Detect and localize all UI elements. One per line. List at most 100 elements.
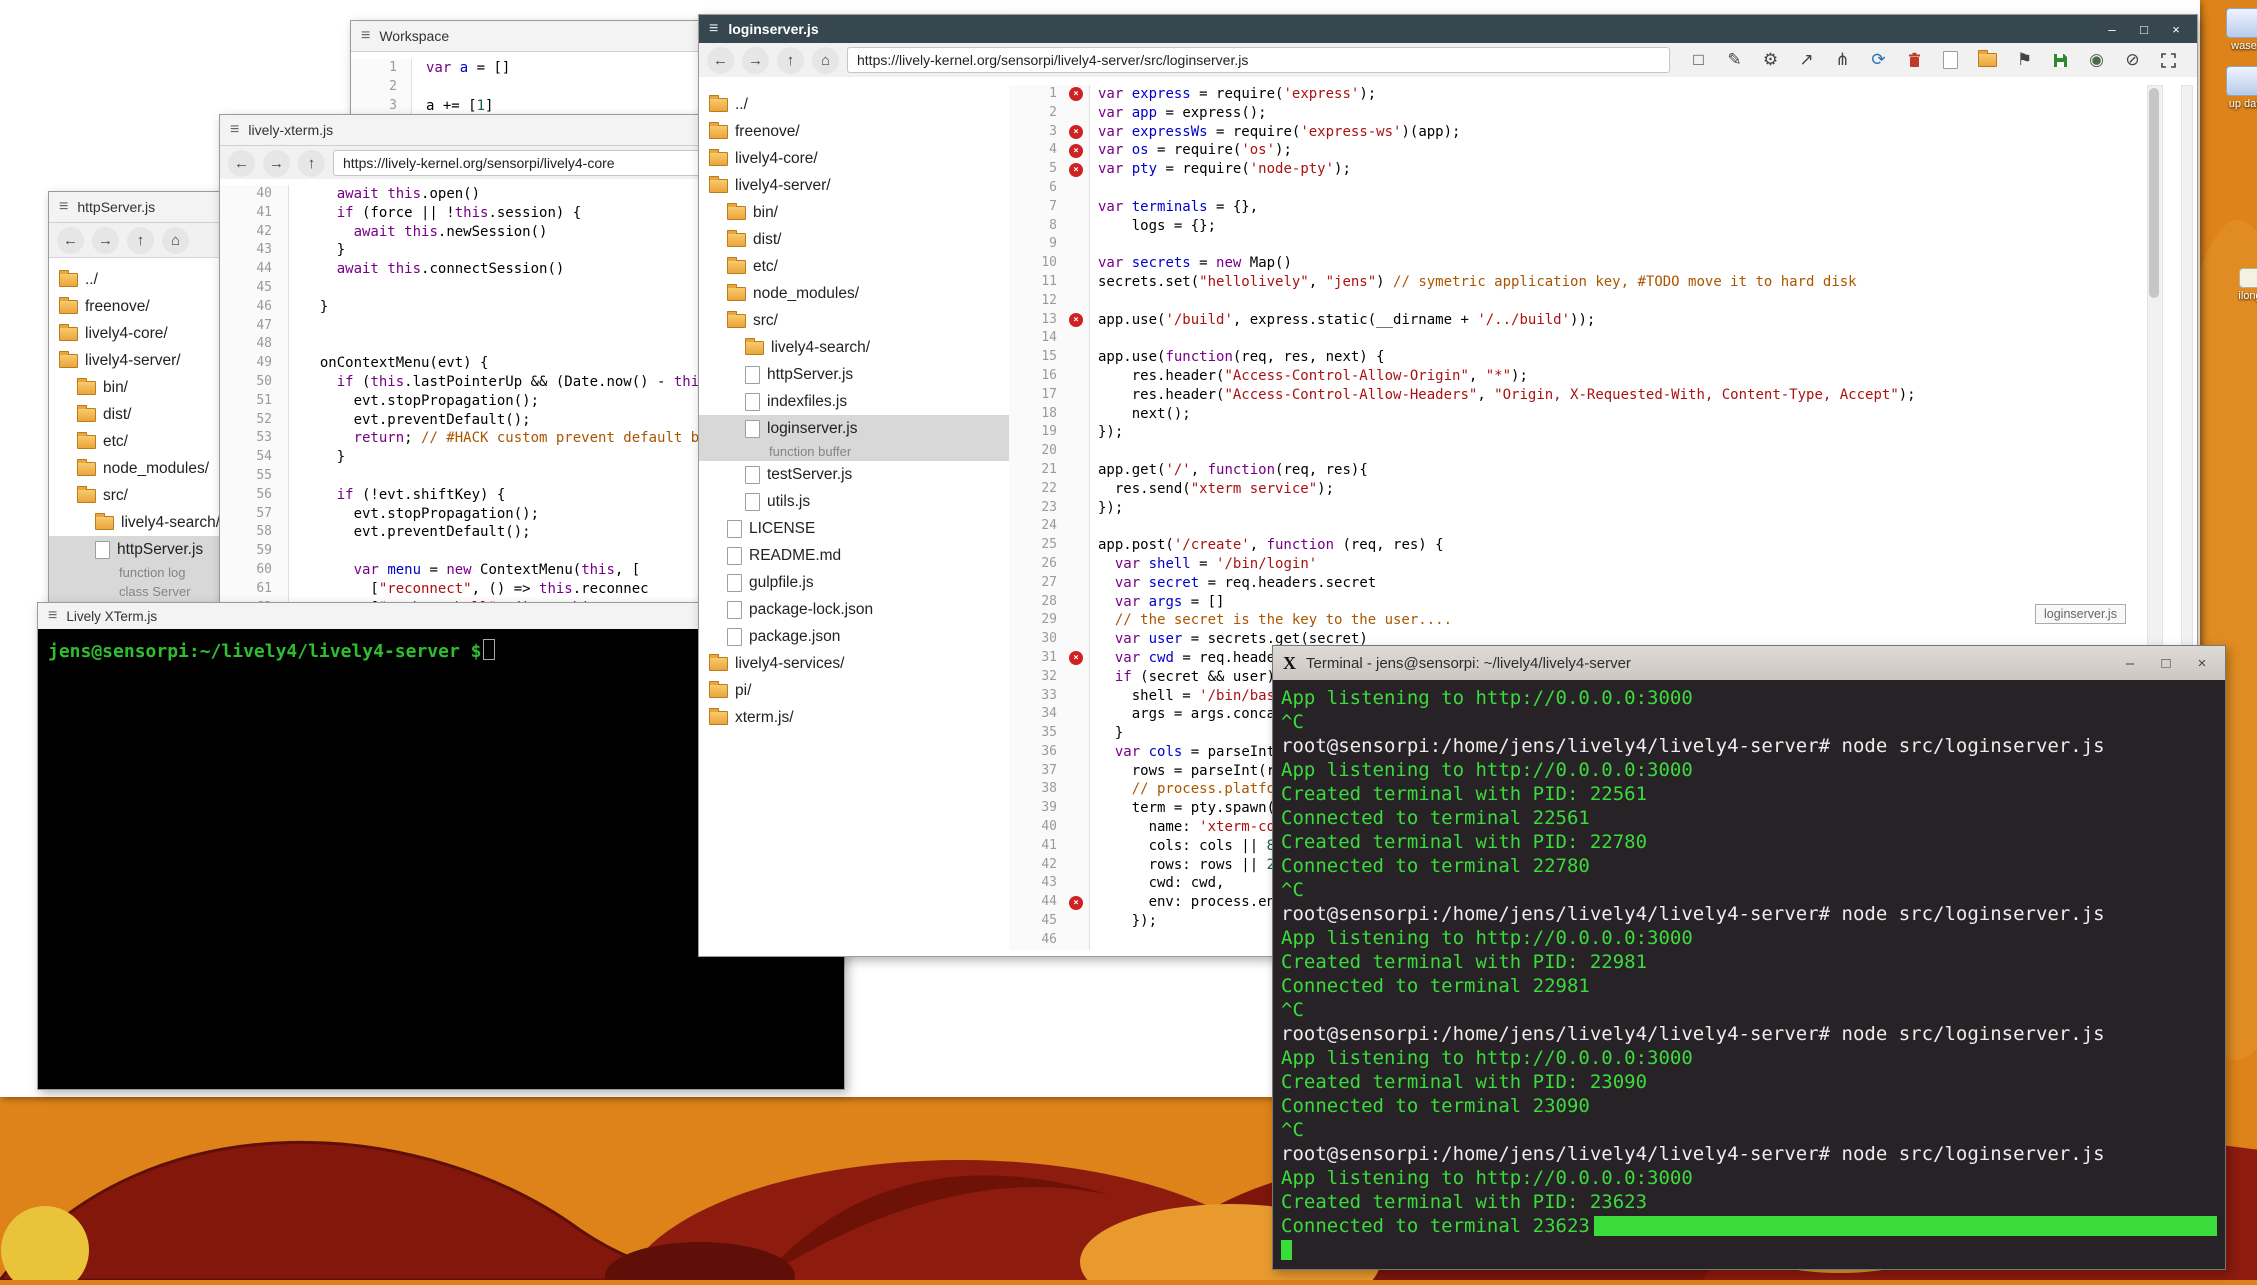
gutter-marker-column (278, 335, 289, 354)
tree-item[interactable]: ../ (699, 91, 1009, 118)
terminal-line: Created terminal with PID: 22981 (1281, 950, 2217, 974)
folder-icon[interactable] (1978, 53, 1997, 67)
tree-item[interactable]: testServer.js (699, 461, 1009, 488)
tree-item[interactable]: utils.js (699, 488, 1009, 515)
desktop-icon[interactable]: wase (2212, 8, 2257, 52)
tree-item-label: httpServer.js (767, 366, 853, 384)
tree-item[interactable]: lively4-services/ (699, 650, 1009, 677)
close-button[interactable]: × (2165, 22, 2187, 37)
tree-item[interactable]: package.json (699, 623, 1009, 650)
terminal-titlebar[interactable]: X Terminal - jens@sensorpi: ~/lively4/li… (1273, 646, 2225, 681)
tree-item[interactable]: lively4-core/ (49, 320, 234, 347)
tree-item[interactable]: etc/ (49, 428, 234, 455)
checkbox-icon[interactable]: □ (1690, 50, 1707, 70)
code-line: 6 (1009, 179, 2197, 198)
tree-item-label: dist/ (103, 406, 131, 424)
gutter-marker-column (1063, 874, 1090, 893)
sync-icon[interactable]: ⟳ (1870, 50, 1887, 70)
code-line: 9 (1009, 235, 2197, 254)
code-text (289, 467, 303, 486)
tree-item[interactable]: bin/ (49, 374, 234, 401)
back-button[interactable]: ← (228, 150, 255, 177)
code-text: evt.preventDefault(); (289, 523, 531, 542)
home-button[interactable]: ⌂ (812, 47, 839, 74)
code-text: var app = express(); (1090, 104, 1267, 123)
back-button[interactable]: ← (707, 47, 734, 74)
tree-item[interactable]: lively4-search/ (699, 334, 1009, 361)
minimize-button[interactable]: – (2101, 22, 2123, 37)
lively-xterm-titlebar[interactable]: ≡ lively-xterm.js (220, 115, 780, 146)
tree-item[interactable]: lively4-core/ (699, 145, 1009, 172)
file-icon[interactable] (1942, 51, 1959, 69)
trash-icon[interactable] (1906, 52, 1923, 68)
up-button[interactable]: ↑ (777, 47, 804, 74)
close-button[interactable]: × (2189, 655, 2215, 672)
desktop-icon[interactable]: ilong (2218, 268, 2257, 302)
tree-item-label: package.json (749, 628, 840, 646)
maximize-button[interactable]: □ (2133, 22, 2155, 37)
tree-item[interactable]: lively4-server/ (699, 172, 1009, 199)
tree-item[interactable]: lively4-search/ (49, 509, 234, 536)
tree-item[interactable]: src/ (49, 482, 234, 509)
tree-item[interactable]: dist/ (699, 226, 1009, 253)
back-button[interactable]: ← (57, 227, 84, 254)
flag-icon[interactable]: ⚑ (2016, 50, 2033, 70)
tree-item[interactable]: node_modules/ (49, 455, 234, 482)
gutter-marker-column (1063, 273, 1090, 292)
home-button[interactable]: ⌂ (162, 227, 189, 254)
folder-icon (709, 98, 728, 112)
tree-item[interactable]: node_modules/ (699, 280, 1009, 307)
tree-item[interactable]: indexfiles.js (699, 388, 1009, 415)
tree-item[interactable]: freenove/ (49, 293, 234, 320)
menu-icon[interactable]: ≡ (59, 199, 68, 215)
url-field[interactable]: https://lively-kernel.org/sensorpi/livel… (847, 47, 1670, 73)
tree-item[interactable]: lively4-server/ (49, 347, 234, 374)
line-number: 42 (1009, 856, 1063, 875)
minimize-button[interactable]: – (2117, 655, 2143, 672)
forward-button[interactable]: → (263, 150, 290, 177)
forward-button[interactable]: → (92, 227, 119, 254)
tree-item[interactable]: bin/ (699, 199, 1009, 226)
maximize-button[interactable]: □ (2153, 655, 2179, 672)
up-button[interactable]: ↑ (298, 150, 325, 177)
tree-item[interactable]: httpServer.js (49, 536, 234, 563)
brush-icon[interactable]: ✎ (1726, 50, 1743, 70)
code-line: 27 var secret = req.headers.secret (1009, 574, 2197, 593)
save-icon[interactable] (2052, 53, 2069, 68)
eye-icon[interactable]: ◉ (2088, 50, 2105, 70)
tree-item[interactable]: httpServer.js (699, 361, 1009, 388)
tree-item[interactable]: README.md (699, 542, 1009, 569)
scrollbar-thumb[interactable] (2149, 88, 2159, 298)
expand-icon[interactable] (2160, 53, 2177, 68)
gears-icon[interactable]: ⚙ (1762, 50, 1779, 70)
tree-item[interactable]: src/ (699, 307, 1009, 334)
open-external-icon[interactable]: ↗ (1798, 50, 1815, 70)
menu-icon[interactable]: ≡ (709, 21, 718, 37)
tree-item[interactable]: dist/ (49, 401, 234, 428)
tree-item[interactable]: ../ (49, 266, 234, 293)
tree-item[interactable]: pi/ (699, 677, 1009, 704)
tree-item-label: package-lock.json (749, 601, 873, 619)
tree-item[interactable]: LICENSE (699, 515, 1009, 542)
terminal-line: root@sensorpi:/home/jens/lively4/lively4… (1281, 1022, 2217, 1046)
graph-icon[interactable]: ⋔ (1834, 50, 1851, 70)
main-titlebar[interactable]: ≡ loginserver.js – □ × (699, 15, 2197, 43)
tree-item[interactable]: loginserver.js (699, 415, 1009, 442)
forward-button[interactable]: → (742, 47, 769, 74)
tree-item[interactable]: freenove/ (699, 118, 1009, 145)
up-button[interactable]: ↑ (127, 227, 154, 254)
gutter-marker-column (1063, 292, 1090, 311)
tree-item[interactable]: xterm.js/ (699, 704, 1009, 731)
block-icon[interactable]: ⊘ (2124, 50, 2141, 70)
terminal-output[interactable]: App listening to http://0.0.0.0:3000^Cro… (1273, 680, 2225, 1269)
tree-item[interactable]: package-lock.json (699, 596, 1009, 623)
menu-icon[interactable]: ≡ (230, 122, 239, 138)
tree-item[interactable]: gulpfile.js (699, 569, 1009, 596)
menu-icon[interactable]: ≡ (361, 28, 370, 44)
menu-icon[interactable]: ≡ (48, 608, 57, 624)
line-number: 13 (1009, 311, 1063, 330)
tree-item[interactable]: etc/ (699, 253, 1009, 280)
line-number: 45 (220, 279, 278, 298)
folder-icon (59, 273, 78, 287)
desktop-icon[interactable]: up dat (2212, 66, 2257, 110)
